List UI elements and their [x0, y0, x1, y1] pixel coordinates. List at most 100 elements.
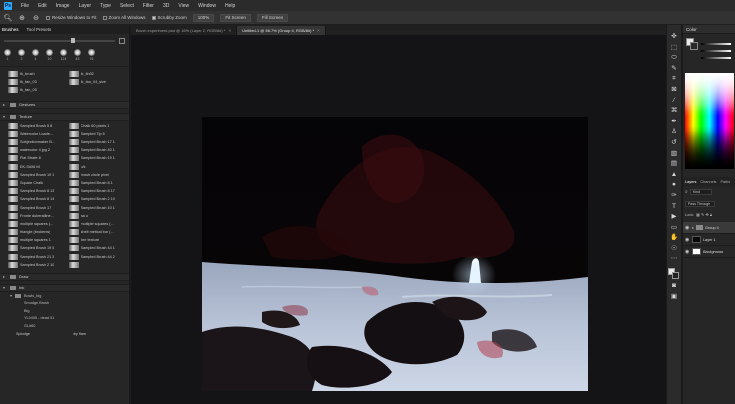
- quick-mask-icon[interactable]: ◙: [669, 282, 679, 291]
- eye-icon[interactable]: ◉: [685, 225, 690, 231]
- hand-tool-icon[interactable]: ✋: [669, 234, 679, 243]
- brush-item[interactable]: Sampled Brush 2 10: [68, 195, 128, 203]
- brush-item[interactable]: Watercolor Loade...: [8, 130, 67, 138]
- blend-mode-select[interactable]: Pass Through: [685, 201, 715, 207]
- zoom-tool-icon[interactable]: ☉: [669, 245, 679, 254]
- menu-edit[interactable]: Edit: [38, 3, 47, 9]
- brush-item[interactable]: multiple squares 1: [8, 236, 67, 244]
- brush-item[interactable]: Flat Strafe 8: [8, 154, 67, 162]
- zoom-tool-icon[interactable]: 🔍︎: [4, 14, 13, 22]
- brush-item[interactable]: Sampled Brush 17 1: [68, 138, 128, 146]
- tab-layers[interactable]: Layers: [685, 180, 696, 184]
- recent-brush[interactable]: 1: [3, 49, 12, 61]
- brush-group-gestures[interactable]: ▸ Gestures: [0, 100, 129, 109]
- zoom-100-button[interactable]: 100%: [192, 13, 215, 22]
- recent-brush[interactable]: 124: [59, 49, 68, 61]
- stamp-tool-icon[interactable]: ♙: [669, 128, 679, 137]
- brush-item[interactable]: Sampled Brush 44 2: [68, 253, 128, 261]
- brush-item[interactable]: Sampled Brush 21 3: [8, 253, 67, 261]
- screen-mode-icon[interactable]: ▣: [669, 293, 679, 302]
- history-brush-icon[interactable]: ↺: [669, 139, 679, 148]
- brush-item[interactable]: line texture: [68, 236, 128, 244]
- eye-icon[interactable]: ◉: [685, 249, 690, 255]
- brush-item[interactable]: tk_fan_04_size: [68, 78, 128, 86]
- menu-layer[interactable]: Layer: [79, 3, 92, 9]
- menu-file[interactable]: File: [21, 3, 29, 9]
- brush-item[interactable]: Fronte duberalline...: [8, 212, 67, 220]
- resize-windows-checkbox[interactable]: Resize Windows to Fit: [46, 15, 97, 20]
- menu-3d[interactable]: 3D: [163, 3, 169, 9]
- brush-item[interactable]: Sampled Brush 19 1: [8, 171, 67, 179]
- brush-item[interactable]: aa u: [68, 212, 128, 220]
- brush-size-slider[interactable]: [4, 37, 115, 43]
- brush-item[interactable]: shelt metical bur (...: [68, 228, 128, 236]
- color-slider-bar[interactable]: [701, 50, 731, 52]
- brush-item[interactable]: dry flam: [73, 329, 128, 337]
- path-select-tool-icon[interactable]: ▶: [669, 213, 679, 222]
- zoom-in-icon[interactable]: ⊕: [18, 14, 26, 22]
- move-tool-icon[interactable]: ✜: [669, 33, 679, 42]
- brush-item[interactable]: tk_fin02: [68, 70, 128, 78]
- recent-brush[interactable]: 76: [87, 49, 96, 61]
- brush-item[interactable]: Sampled Brush 8 14: [8, 195, 67, 203]
- zoom-out-icon[interactable]: ⊖: [32, 14, 40, 22]
- recent-brush[interactable]: 4: [31, 49, 40, 61]
- brush-item[interactable]: tk_fan_03: [8, 78, 67, 86]
- fill-screen-button[interactable]: Fill Screen: [256, 13, 289, 22]
- tab-paths[interactable]: Paths: [720, 180, 730, 184]
- menu-image[interactable]: Image: [56, 3, 70, 9]
- brush-item[interactable]: Sampled Brush 10 1: [68, 203, 128, 211]
- brush-item[interactable]: Chalk 60 pixels 1: [68, 122, 128, 130]
- document-canvas[interactable]: [202, 117, 588, 391]
- brush-item[interactable]: Sampled Brush 44 1: [68, 244, 128, 252]
- brush-item[interactable]: brush circle pixel: [68, 171, 128, 179]
- brush-item[interactable]: triangle (brokenw): [8, 228, 67, 236]
- menu-help[interactable]: Help: [225, 3, 235, 9]
- photoshop-logo[interactable]: Ps: [4, 1, 12, 10]
- eraser-tool-icon[interactable]: ▧: [669, 150, 679, 159]
- brush-item[interactable]: [68, 261, 128, 269]
- brush-item[interactable]: Sampled Brush 8 13: [8, 187, 67, 195]
- brush-item[interactable]: multiple squares (...: [8, 220, 67, 228]
- menu-view[interactable]: View: [178, 3, 189, 9]
- color-panel-title[interactable]: Color: [683, 25, 735, 34]
- recent-brush[interactable]: 10: [45, 49, 54, 61]
- brush-item[interactable]: Square Chalk: [8, 179, 67, 187]
- brush-item[interactable]: Sampled Tip 6: [68, 130, 128, 138]
- brush-item[interactable]: Sampled Brush 19 5: [8, 244, 67, 252]
- brush-item[interactable]: tk_fan_05: [8, 86, 67, 94]
- rectangle-tool-icon[interactable]: ▭: [669, 224, 679, 233]
- tab-tool-presets[interactable]: Tool Presets: [27, 27, 52, 32]
- menu-type[interactable]: Type: [100, 3, 111, 9]
- brush-item[interactable]: Sampled Brush 2 10: [8, 261, 67, 269]
- crop-tool-icon[interactable]: ⌗: [669, 75, 679, 84]
- brush-tool-icon[interactable]: ✒: [669, 118, 679, 127]
- brush-item[interactable]: Sampled Brush 40 1: [68, 146, 128, 154]
- new-brush-icon[interactable]: [119, 37, 125, 44]
- gradient-tool-icon[interactable]: ▤: [669, 160, 679, 169]
- frame-tool-icon[interactable]: ⊠: [669, 86, 679, 95]
- lock-icons[interactable]: ▦ ✎ ✜ 🔒︎: [696, 212, 712, 217]
- brush-item[interactable]: YL0405 - dead 01: [0, 314, 129, 322]
- more-tools-icon[interactable]: ⋯: [669, 255, 679, 264]
- menu-select[interactable]: Select: [120, 3, 134, 9]
- layer-row-group-4[interactable]: ◉ ▸ Group 4: [683, 222, 735, 234]
- brush-group-texture[interactable]: ▾ Texture: [0, 112, 129, 121]
- menu-window[interactable]: Window: [198, 3, 216, 9]
- eyedropper-tool-icon[interactable]: ∕: [669, 97, 679, 106]
- brush-item[interactable]: o/k: [68, 163, 128, 171]
- close-icon[interactable]: ×: [317, 28, 320, 33]
- color-slider-bar[interactable]: [701, 43, 731, 45]
- zoom-all-windows-checkbox[interactable]: Zoom All Windows: [102, 15, 146, 20]
- color-swatches[interactable]: [668, 268, 680, 280]
- brush-item[interactable]: tk_brush: [8, 70, 67, 78]
- eye-icon[interactable]: ◉: [685, 237, 690, 243]
- brush-item[interactable]: Sampled Brush 8 17: [68, 187, 128, 195]
- pen-tool-icon[interactable]: ✑: [669, 192, 679, 201]
- brush-group-ink[interactable]: ▾ Ink: [0, 283, 129, 292]
- brush-group-bowls[interactable]: ▾ Bowls_big: [0, 292, 129, 300]
- blur-tool-icon[interactable]: ▲: [669, 171, 679, 180]
- color-slider-bar[interactable]: [701, 57, 731, 59]
- brush-item[interactable]: multiple squares (...: [68, 220, 128, 228]
- layer-row-layer-1[interactable]: ◉ Layer 1: [683, 234, 735, 246]
